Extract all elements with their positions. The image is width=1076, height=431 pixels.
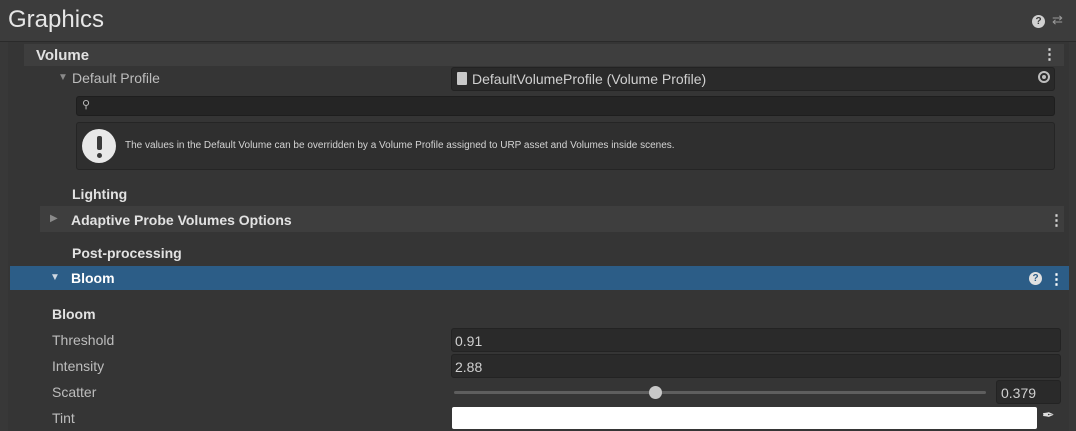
volume-kebab-menu-icon[interactable]: ⋮ [1042,47,1057,62]
volume-header[interactable] [24,44,1064,66]
lighting-heading: Lighting [72,186,128,202]
bloom-help-icon[interactable]: ? [1029,272,1042,285]
bloom-header-label: Bloom [71,270,115,286]
threshold-value: 0.91 [455,333,483,349]
preset-icon[interactable]: ⇄ [1052,12,1063,28]
search-icon: ⚲ [82,99,91,111]
adaptive-probe-kebab-menu-icon[interactable]: ⋮ [1049,213,1064,228]
bloom-kebab-menu-icon[interactable]: ⋮ [1049,272,1064,287]
post-processing-heading: Post-processing [72,245,182,261]
tint-label: Tint [52,410,75,426]
threshold-label: Threshold [52,332,115,348]
volume-heading: Volume [36,47,90,64]
bloom-group-label: Bloom [52,306,96,322]
scatter-value: 0.379 [1001,385,1037,401]
threshold-field[interactable] [451,328,1061,352]
info-icon [82,129,116,163]
adaptive-probe-volumes-label: Adaptive Probe Volumes Options [71,212,292,228]
eyedropper-icon[interactable]: ✒ [1042,406,1055,424]
bloom-foldout-triangle-icon[interactable]: ▼ [50,272,60,283]
tint-color-swatch[interactable] [452,407,1037,429]
default-profile-foldout-triangle-icon[interactable]: ▼ [58,72,68,83]
title-bar [0,0,1076,42]
page-title: Graphics [8,6,105,33]
scatter-label: Scatter [52,384,97,400]
default-profile-label: Default Profile [72,70,160,86]
help-icon[interactable]: ? [1032,15,1045,28]
intensity-field[interactable] [451,354,1061,378]
adaptive-probe-foldout-triangle-icon[interactable]: ▶ [50,213,58,224]
info-message: The values in the Default Volume can be … [125,140,675,151]
bloom-header[interactable] [10,266,1069,290]
object-picker-icon[interactable] [1038,71,1050,83]
scatter-slider-track[interactable] [454,391,986,394]
search-input[interactable] [76,96,1055,116]
intensity-label: Intensity [52,358,105,374]
asset-file-icon [457,72,467,85]
default-profile-value: DefaultVolumeProfile (Volume Profile) [472,71,707,87]
intensity-value: 2.88 [455,359,483,375]
